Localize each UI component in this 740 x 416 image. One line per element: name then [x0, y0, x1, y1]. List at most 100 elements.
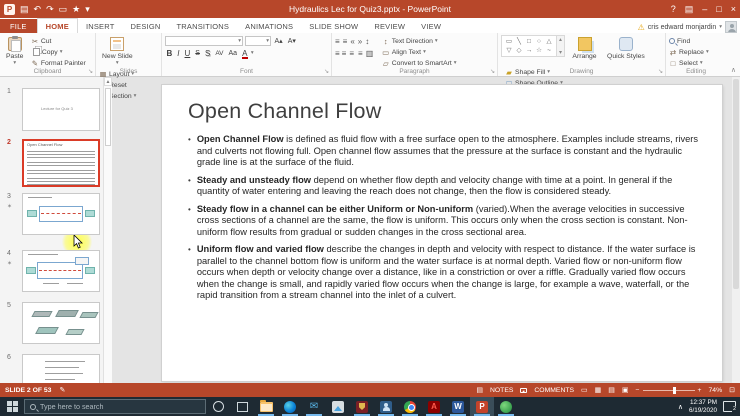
taskbar-search-input[interactable]: Type here to search [24, 399, 206, 414]
tab-design[interactable]: DESIGN [123, 19, 169, 33]
photos-button[interactable] [326, 397, 350, 416]
select-button[interactable]: □ Select ▾ [669, 58, 709, 68]
zoom-in-button[interactable]: + [698, 387, 702, 394]
tab-view[interactable]: VIEW [413, 19, 449, 33]
copy-button[interactable]: Copy ▾ [31, 47, 86, 57]
justify-button[interactable]: ≡ [358, 49, 363, 58]
word-button[interactable]: W [446, 397, 470, 416]
scrollbar-thumb[interactable] [733, 79, 739, 289]
change-case-button[interactable]: Aa [227, 50, 239, 57]
shape-icon[interactable]: ~ [544, 46, 554, 55]
character-spacing-button[interactable]: AV [214, 50, 225, 57]
tab-review[interactable]: REVIEW [366, 19, 413, 33]
tab-slideshow[interactable]: SLIDE SHOW [301, 19, 366, 33]
drawing-dialog-launcher[interactable]: ↘ [658, 68, 663, 75]
slide-body[interactable]: • Open Channel Flow is defined as fluid … [162, 134, 722, 302]
slide-thumbnail-6[interactable] [22, 354, 100, 383]
bullets-button[interactable]: ≡ [335, 37, 340, 46]
scrollbar-thumb[interactable] [105, 88, 111, 146]
animation-star-icon[interactable]: ✶ [7, 260, 12, 267]
zoom-level[interactable]: 74% [709, 387, 723, 394]
normal-view-button[interactable]: ▭ [581, 386, 588, 394]
tab-animations[interactable]: ANIMATIONS [237, 19, 301, 33]
green-app-button[interactable] [494, 397, 518, 416]
zoom-handle[interactable] [672, 386, 676, 394]
clipboard-dialog-launcher[interactable]: ↘ [88, 68, 93, 75]
zoom-slider[interactable]: − + [636, 386, 702, 394]
shape-icon[interactable]: → [524, 46, 534, 55]
favorites-star-icon[interactable]: ★ [72, 4, 80, 15]
file-explorer-button[interactable] [254, 397, 278, 416]
account-area[interactable]: ⚠ cris edward monjardin ▾ [638, 21, 740, 33]
font-color-button[interactable]: A [241, 49, 249, 59]
shrink-font-button[interactable]: A▾ [286, 37, 297, 45]
help-button[interactable]: ? [671, 4, 676, 14]
restore-button[interactable]: □ [716, 4, 721, 14]
customize-qat-icon[interactable]: ▾ [85, 4, 90, 15]
slideshow-view-button[interactable]: ▣ [622, 386, 629, 394]
shape-icon[interactable]: △ [544, 37, 554, 46]
slide-sorter-view-button[interactable]: ▦ [595, 386, 602, 394]
minimize-button[interactable]: – [702, 4, 707, 14]
align-right-button[interactable]: ≡ [349, 49, 355, 58]
notes-button[interactable]: NOTES [490, 387, 513, 394]
shape-icon[interactable]: ▽ [504, 46, 514, 55]
spell-check-icon[interactable]: ✎ [59, 386, 65, 394]
zoom-out-button[interactable]: − [636, 387, 640, 394]
taskbar-clock[interactable]: 12:37 PM 6/19/2020 [689, 399, 717, 414]
text-direction-button[interactable]: ↕ Text Direction ▾ [382, 36, 457, 46]
grow-font-button[interactable]: A▴ [273, 37, 284, 45]
collapse-ribbon-icon[interactable]: ∧ [731, 66, 736, 74]
cortana-button[interactable] [206, 397, 230, 416]
tab-home[interactable]: HOME [36, 18, 78, 33]
slide-thumbnail-5[interactable] [22, 302, 100, 344]
strikethrough-button[interactable]: S [194, 50, 202, 57]
ribbon-display-options-button[interactable]: ▤ [685, 4, 694, 15]
tab-transitions[interactable]: TRANSITIONS [169, 19, 238, 33]
arrange-button[interactable]: Arrange [569, 35, 599, 66]
align-center-button[interactable]: ≡ [342, 49, 347, 58]
numbering-button[interactable]: ≡ [343, 37, 348, 46]
text-shadow-button[interactable]: S [203, 49, 211, 58]
undo-icon[interactable]: ↶ [34, 4, 42, 15]
avatar[interactable] [725, 21, 737, 33]
paragraph-dialog-launcher[interactable]: ↘ [490, 68, 495, 75]
edge-button[interactable] [278, 397, 302, 416]
scroll-up-icon[interactable]: ▲ [104, 77, 112, 86]
mail-button[interactable]: ✉ [302, 397, 326, 416]
find-button[interactable]: Find [669, 36, 709, 46]
shield-app-button[interactable] [350, 397, 374, 416]
columns-button[interactable]: ▥ [366, 49, 374, 58]
slide-canvas[interactable]: Open Channel Flow • Open Channel Flow is… [162, 85, 722, 381]
convert-smartart-button[interactable]: ▱ Convert to SmartArt ▾ [382, 58, 457, 68]
slide-thumbnail-2-selected[interactable]: Open Channel Flow [22, 139, 100, 187]
scroll-up-icon[interactable]: ▲ [558, 37, 563, 43]
reading-view-button[interactable]: ▤ [608, 386, 615, 394]
format-painter-button[interactable]: ✎ Format Painter [31, 58, 86, 68]
align-left-button[interactable]: ≡ [335, 49, 340, 58]
scroll-down-icon[interactable]: ▲ [558, 49, 563, 55]
tab-insert[interactable]: INSERT [78, 19, 123, 33]
font-name-combobox[interactable]: ▾ [165, 36, 243, 46]
contacts-app-button[interactable] [374, 397, 398, 416]
cut-button[interactable]: ✂ Cut [31, 36, 86, 46]
save-icon[interactable]: ▤ [20, 4, 29, 15]
quick-styles-button[interactable]: Quick Styles [604, 35, 648, 66]
shape-icon[interactable]: ▭ [504, 37, 514, 46]
align-text-button[interactable]: ▭ Align Text ▾ [382, 47, 457, 57]
action-center-button[interactable]: 2 [723, 401, 736, 412]
animation-star-icon[interactable]: ✶ [7, 203, 12, 210]
task-view-button[interactable] [230, 397, 254, 416]
slide-title[interactable]: Open Channel Flow [162, 99, 722, 124]
shape-icon[interactable]: ☆ [534, 46, 544, 55]
comments-button[interactable]: COMMENTS [534, 387, 574, 394]
slide-thumbnail-1[interactable]: Lecture for Quiz 3 [22, 88, 100, 131]
zoom-track[interactable] [642, 386, 695, 394]
slide-thumbnail-3[interactable] [22, 193, 100, 235]
line-spacing-button[interactable]: ↕ [365, 37, 369, 46]
redo-icon[interactable]: ↷ [46, 4, 54, 15]
bold-button[interactable]: B [165, 49, 174, 58]
new-slide-button[interactable]: New Slide ▾ [99, 35, 136, 68]
shape-icon[interactable]: ╲ [514, 37, 524, 46]
decrease-indent-button[interactable]: « [350, 37, 354, 46]
